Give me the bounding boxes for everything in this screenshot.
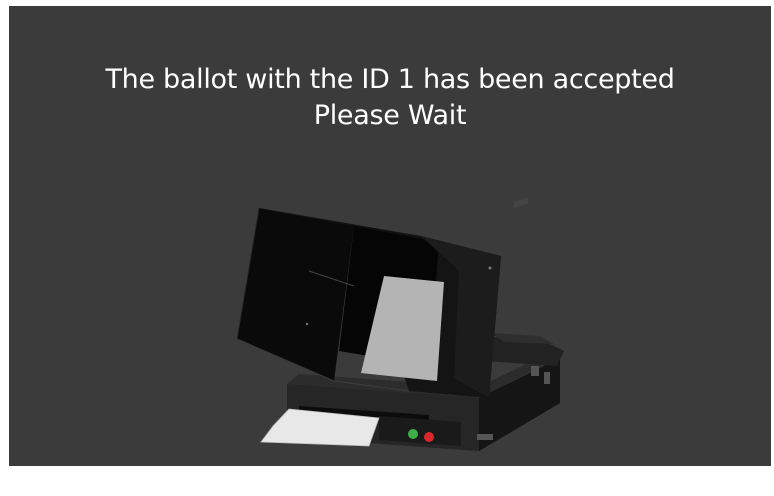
indicator-green-light (408, 429, 418, 439)
status-screen: The ballot with the ID 1 has been accept… (9, 6, 771, 466)
ballot-scanner-illustration (236, 197, 564, 451)
indicator-red-light (424, 432, 434, 442)
privacy-hood (236, 207, 501, 398)
